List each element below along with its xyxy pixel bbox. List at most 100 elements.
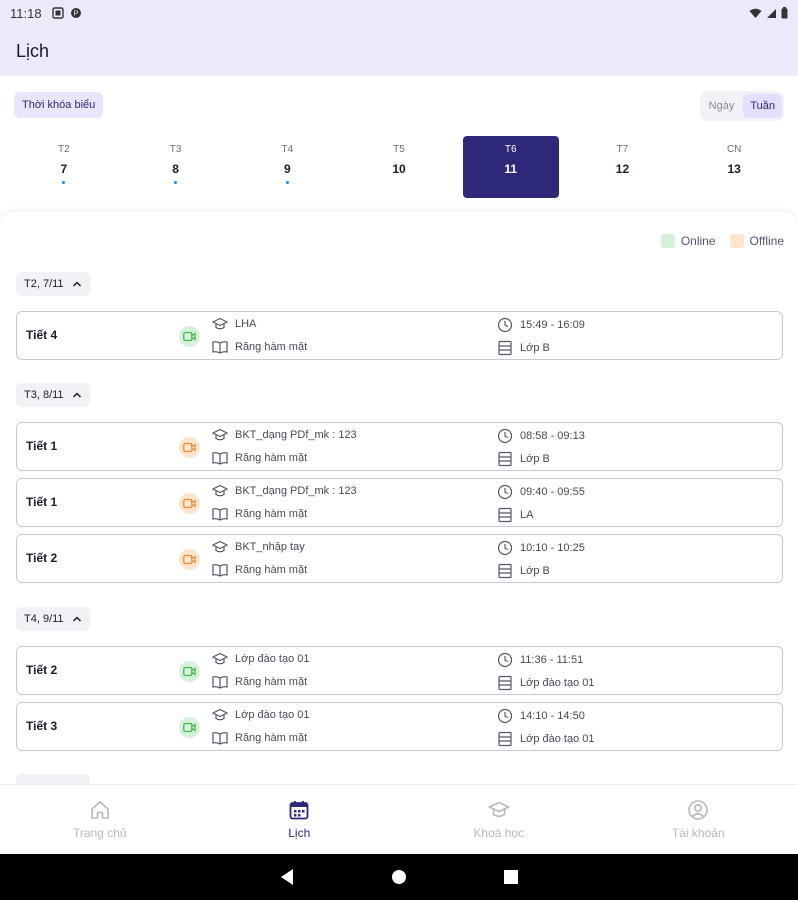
lesson-class-name: BKT_nhập tay xyxy=(235,541,305,553)
room-icon xyxy=(498,731,512,747)
graduation-cap-icon xyxy=(212,540,228,553)
day-name: CN xyxy=(726,144,742,155)
lesson-class-name: Lớp đào tạo 01 xyxy=(235,709,310,721)
day-cn[interactable]: CN 13 xyxy=(686,136,782,198)
lesson-room: LA xyxy=(497,507,533,523)
lesson-card[interactable]: Tiết 4 LHA Răng hàm mặt 15:49 - 16:09 Lớ… xyxy=(16,311,783,360)
svg-text:P: P xyxy=(73,11,78,18)
lesson-subject: Răng hàm mặt xyxy=(212,451,307,465)
legend-online-label: Online xyxy=(680,234,716,248)
lesson-subject-name: Răng hàm mặt xyxy=(235,341,308,353)
lesson-class: BKT_nhập tay xyxy=(212,540,305,554)
app-bar: Lịch xyxy=(0,26,798,76)
lesson-subject: Răng hàm mặt xyxy=(212,731,307,745)
clock-icon xyxy=(497,540,513,556)
day-date: 11 xyxy=(504,162,518,176)
book-icon xyxy=(212,732,228,745)
lesson-time-value: 10:10 - 10:25 xyxy=(520,542,585,554)
group-header-t2[interactable]: T2, 7/11 xyxy=(16,272,90,296)
view-option-week[interactable]: Tuần xyxy=(743,94,782,118)
legend-online: Online xyxy=(660,234,716,248)
event-dot xyxy=(62,181,66,184)
day-t6-selected[interactable]: T6 11 xyxy=(462,136,559,198)
day-date: 9 xyxy=(283,162,291,176)
day-t3[interactable]: T3 8 xyxy=(128,136,224,198)
lesson-card[interactable]: Tiết 2 BKT_nhập tay Răng hàm mặt 10:10 -… xyxy=(16,534,783,583)
room-icon xyxy=(498,340,512,356)
online-swatch xyxy=(660,234,675,248)
lesson-time: 14:10 - 14:50 xyxy=(497,708,585,724)
recents-icon[interactable] xyxy=(503,869,519,885)
book-icon xyxy=(212,508,228,521)
home-button-icon[interactable] xyxy=(391,869,407,885)
group-header-t3[interactable]: T3, 8/11 xyxy=(16,383,90,407)
day-t5[interactable]: T5 10 xyxy=(351,136,447,198)
graduation-cap-icon xyxy=(212,708,228,721)
lesson-subject-name: Răng hàm mặt xyxy=(235,732,308,744)
wifi-icon xyxy=(749,8,762,18)
lesson-class-name: LHA xyxy=(235,318,257,330)
status-bar: 11:18 P xyxy=(0,0,798,26)
schedule-sheet[interactable]: Online Offline T2, 7/11 Tiết 4 LHA Răng … xyxy=(0,212,798,784)
day-t7[interactable]: T7 12 xyxy=(574,136,670,198)
room-icon xyxy=(498,675,512,691)
nav-calendar[interactable]: Lịch xyxy=(200,785,400,854)
nav-home[interactable]: Trang chủ xyxy=(0,785,200,854)
video-offline-icon xyxy=(179,549,200,570)
lesson-room-value: Lớp đào tạo 01 xyxy=(520,733,595,745)
bottom-nav: Trang chủ Lịch Khoá học Tài khoản xyxy=(0,784,798,854)
lesson-card[interactable]: Tiết 2 Lớp đào tạo 01 Răng hàm mặt 11:36… xyxy=(16,646,783,695)
nav-account-label: Tài khoản xyxy=(671,826,725,840)
nav-home-label: Trang chủ xyxy=(72,826,127,840)
clock-icon xyxy=(497,652,513,668)
lesson-subject: Răng hàm mặt xyxy=(212,675,307,689)
lesson-period: Tiết 2 xyxy=(26,663,58,677)
lesson-subject-name: Răng hàm mặt xyxy=(235,508,308,520)
graduation-cap-icon xyxy=(212,428,228,441)
schedule-chip[interactable]: Thời khóa biểu xyxy=(14,92,104,118)
lesson-time-value: 15:49 - 16:09 xyxy=(520,319,585,331)
lesson-room-value: Lớp B xyxy=(520,565,550,577)
nav-courses-label: Khoá học xyxy=(473,826,525,840)
clock-icon xyxy=(497,708,513,724)
top-controls: Thời khóa biểu Ngày Tuần xyxy=(0,76,798,136)
lesson-time-value: 14:10 - 14:50 xyxy=(520,710,585,722)
lesson-class-name: BKT_dạng PDf_mk : 123 xyxy=(235,429,357,441)
book-icon xyxy=(212,676,228,689)
lesson-class-name: BKT_dạng PDf_mk : 123 xyxy=(235,485,357,497)
battery-icon xyxy=(781,7,788,19)
lesson-period: Tiết 3 xyxy=(26,719,58,733)
nav-courses[interactable]: Khoá học xyxy=(399,785,599,854)
day-name: T2 xyxy=(58,144,70,155)
lesson-card[interactable]: Tiết 3 Lớp đào tạo 01 Răng hàm mặt 14:10… xyxy=(16,702,783,751)
lesson-subject: Răng hàm mặt xyxy=(212,507,307,521)
day-t4[interactable]: T4 9 xyxy=(239,136,335,198)
lesson-time-value: 08:58 - 09:13 xyxy=(520,430,585,442)
view-option-day[interactable]: Ngày xyxy=(702,94,742,118)
day-date: 12 xyxy=(615,162,630,176)
event-dot xyxy=(174,181,178,184)
lesson-time-value: 09:40 - 09:55 xyxy=(520,486,585,498)
lesson-room: Lớp đào tạo 01 xyxy=(497,675,595,691)
day-t2[interactable]: T2 7 xyxy=(16,136,112,198)
day-date: 7 xyxy=(60,162,68,176)
lesson-subject-name: Răng hàm mặt xyxy=(235,676,308,688)
day-date: 8 xyxy=(172,162,179,176)
event-dot xyxy=(285,181,289,184)
lesson-card[interactable]: Tiết 1 BKT_dạng PDf_mk : 123 Răng hàm mặ… xyxy=(16,478,783,527)
lesson-subject: Răng hàm mặt xyxy=(212,340,307,354)
lesson-room-value: Lớp đào tạo 01 xyxy=(520,677,595,689)
day-name: T5 xyxy=(393,144,405,155)
lesson-card[interactable]: Tiết 1 BKT_dạng PDf_mk : 123 Răng hàm mặ… xyxy=(16,422,783,471)
lesson-time: 09:40 - 09:55 xyxy=(497,484,585,500)
back-icon[interactable] xyxy=(279,868,295,886)
group-header-t4[interactable]: T4, 9/11 xyxy=(16,607,90,631)
lesson-room: Lớp B xyxy=(497,451,550,467)
nav-account[interactable]: Tài khoản xyxy=(599,785,798,854)
lesson-class: BKT_dạng PDf_mk : 123 xyxy=(212,428,357,442)
clock-icon xyxy=(497,428,513,444)
status-time: 11:18 xyxy=(10,5,42,21)
lesson-room-value: Lớp B xyxy=(520,453,550,465)
lesson-room: Lớp B xyxy=(497,340,550,356)
lesson-room-value: Lớp B xyxy=(520,342,550,354)
